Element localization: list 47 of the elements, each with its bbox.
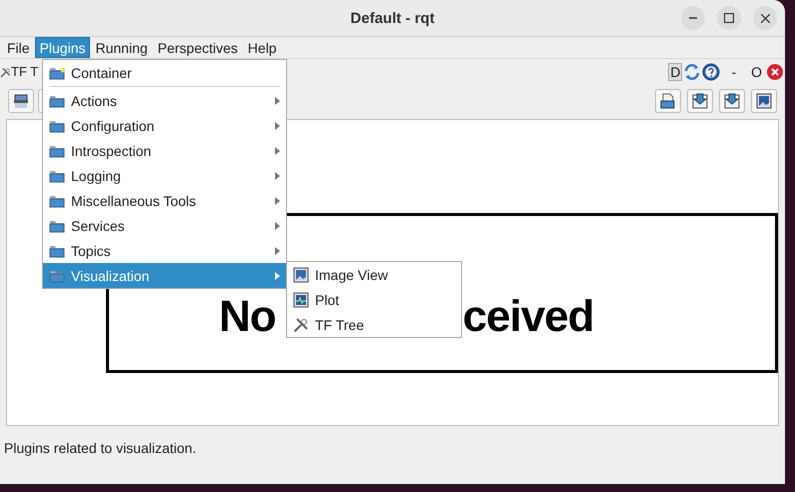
menu-item[interactable]: Running [90, 37, 153, 58]
menu-item[interactable]: Configuration [43, 113, 286, 138]
maximize-button[interactable] [717, 6, 741, 30]
menu-item[interactable]: TF Tree [287, 312, 461, 337]
toggle-button[interactable]: D [668, 63, 682, 81]
plugin-title: TF T [11, 64, 38, 80]
status-text: Plugins related to visualization. [3, 439, 198, 456]
tools-icon [293, 316, 309, 332]
help-icon [702, 63, 720, 81]
menu-item[interactable]: Container [43, 60, 286, 85]
menu-item[interactable]: Miscellaneous Tools [43, 188, 286, 213]
minimize-button[interactable] [681, 6, 705, 30]
menu-item[interactable]: Topics [43, 238, 286, 263]
folder-icon [49, 64, 65, 80]
toolbar-button[interactable] [687, 89, 713, 113]
menu-item[interactable]: Introspection [43, 138, 286, 163]
placeholder-text: ceived [462, 292, 594, 342]
title-bar-button[interactable]: - [727, 64, 740, 80]
menu-item[interactable]: Visualization [43, 263, 286, 288]
close-button[interactable] [753, 6, 777, 30]
menu-item[interactable]: Help [242, 37, 282, 58]
toolbar-button[interactable] [719, 89, 745, 113]
toolbar-button[interactable] [8, 89, 34, 113]
maximize-icon [724, 13, 734, 23]
shredder-icon [12, 92, 30, 110]
toolbar-button[interactable] [751, 89, 777, 113]
picture-icon [755, 92, 773, 110]
toolbar-button[interactable] [655, 89, 681, 113]
window-title: Default - rqt [350, 10, 435, 26]
menu-item[interactable]: Plot [287, 287, 461, 312]
menu-item[interactable]: Perspectives [152, 37, 243, 58]
menu-item[interactable]: Actions [43, 88, 286, 113]
menu-item[interactable]: File [2, 37, 35, 58]
menu-item[interactable]: Services [43, 213, 286, 238]
refresh-icon [683, 63, 702, 81]
menu-item[interactable]: Logging [43, 163, 286, 188]
tools-icon [0, 66, 11, 78]
menu-item[interactable]: Plugins [34, 37, 90, 58]
plot-icon [293, 292, 309, 308]
title-bar-button[interactable]: O [747, 64, 766, 80]
document-icon [659, 92, 677, 110]
picture-icon [293, 266, 309, 282]
placeholder-text: No [219, 292, 276, 342]
close-icon [760, 14, 770, 22]
menu-item[interactable]: Image View [287, 262, 461, 287]
close-icon [767, 64, 783, 80]
minimize-icon [689, 17, 697, 19]
